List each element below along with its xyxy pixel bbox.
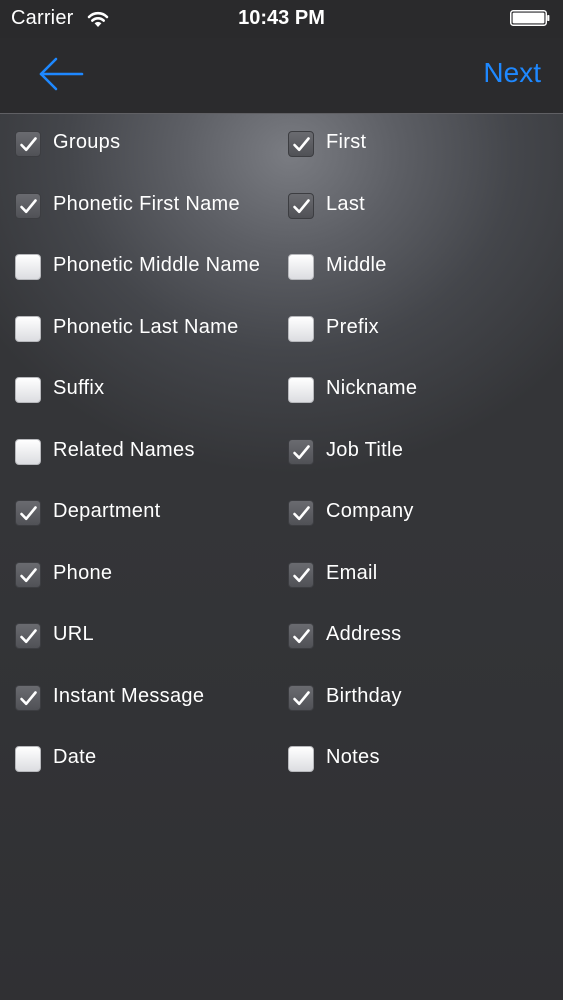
status-bar: Carrier 10:43 PM [0,0,563,38]
field-label: Prefix [326,315,379,338]
field-checkbox-item[interactable]: Job Title [288,433,548,473]
field-label: Phonetic Middle Name [53,254,261,276]
field-checkbox-item[interactable]: Address [288,617,548,657]
status-time: 10:43 PM [238,7,325,29]
checkbox-unchecked[interactable] [288,746,314,772]
field-label: Phonetic First Name [53,192,240,215]
arrow-left-icon [39,57,84,91]
checkbox-checked[interactable] [15,623,41,649]
checkbox-unchecked[interactable] [15,438,41,465]
checkbox-checked[interactable] [15,500,41,526]
checkmark-icon [20,567,37,582]
checkmark-icon [293,198,310,213]
checkbox-checked[interactable] [288,131,314,157]
field-label: Date [53,746,97,768]
checkbox-unchecked[interactable] [15,315,41,342]
field-checkbox-item[interactable]: Phonetic Middle Name [15,248,275,288]
field-label: URL [53,623,94,645]
field-label: First [326,131,367,153]
field-checkbox-item[interactable]: Middle [288,248,548,288]
field-label: Suffix [53,377,105,399]
field-checkbox-item[interactable]: Related Names [15,433,275,473]
checkmark-icon [293,444,310,459]
checkbox-checked[interactable] [15,192,41,219]
screen: Carrier 10:43 PM Next Groups Phonetic Fi… [0,0,563,1000]
checkbox-checked[interactable] [288,192,314,219]
field-label: Job Title [326,438,404,461]
battery-icon [510,10,550,26]
checkbox-unchecked[interactable] [288,315,314,342]
field-checkbox-item[interactable]: Company [288,494,548,534]
checkmark-icon [293,137,310,152]
field-checkbox-item[interactable]: Phone [15,556,275,596]
next-button[interactable]: Next [483,57,541,89]
checkbox-checked[interactable] [288,438,314,465]
checkbox-unchecked[interactable] [15,254,41,280]
field-label: Phone [53,561,113,584]
field-checkbox-item[interactable]: Last [288,187,548,227]
checkbox-checked[interactable] [288,500,314,526]
checkbox-checked[interactable] [15,684,41,711]
checkbox-unchecked[interactable] [15,377,41,403]
checkbox-checked[interactable] [15,131,41,157]
checkmark-icon [20,198,37,213]
field-label: Middle [326,254,387,276]
field-label: Department [53,500,161,522]
field-checkbox-item[interactable]: Nickname [288,371,548,411]
checkbox-checked[interactable] [15,561,41,588]
field-label: Related Names [53,438,195,461]
field-checkbox-item[interactable]: Prefix [288,310,548,350]
field-label: Birthday [326,684,402,707]
field-checkbox-item[interactable]: Email [288,556,548,596]
checkbox-checked[interactable] [288,684,314,711]
checkmark-icon [20,506,37,521]
field-label: Instant Message [53,684,205,707]
field-checkbox-item[interactable]: Groups [15,125,275,165]
field-checkbox-item[interactable]: Department [15,494,275,534]
field-checkbox-item[interactable]: Date [15,740,275,780]
field-label: Address [326,623,402,645]
field-checkbox-item[interactable]: First [288,125,548,165]
checkbox-checked[interactable] [288,561,314,588]
checkbox-checked[interactable] [288,623,314,649]
field-checkbox-item[interactable]: Notes [288,740,548,780]
field-checkbox-item[interactable]: Phonetic First Name [15,187,275,227]
field-label: Email [326,561,378,584]
checkmark-icon [293,690,310,705]
field-label: Last [326,192,366,215]
field-checkbox-item[interactable]: URL [15,617,275,657]
field-checkbox-item[interactable]: Suffix [15,371,275,411]
checkbox-unchecked[interactable] [288,254,314,280]
field-label: Notes [326,746,380,768]
checkmark-icon [293,629,310,644]
back-button[interactable] [38,56,84,92]
checkmark-icon [293,567,310,582]
field-label: Phonetic Last Name [53,315,239,338]
checkmark-icon [20,137,37,152]
field-label: Company [326,500,414,522]
field-checkbox-item[interactable]: Phonetic Last Name [15,310,275,350]
checkbox-unchecked[interactable] [288,377,314,403]
checkmark-icon [293,506,310,521]
checkbox-unchecked[interactable] [15,746,41,772]
checkmark-icon [20,690,37,705]
field-label: Groups [53,131,121,153]
field-checkbox-item[interactable]: Instant Message [15,679,275,719]
navigation-bar: Next [0,38,563,114]
field-label: Nickname [326,377,418,399]
checkmark-icon [20,629,37,644]
field-checkbox-item[interactable]: Birthday [288,679,548,719]
